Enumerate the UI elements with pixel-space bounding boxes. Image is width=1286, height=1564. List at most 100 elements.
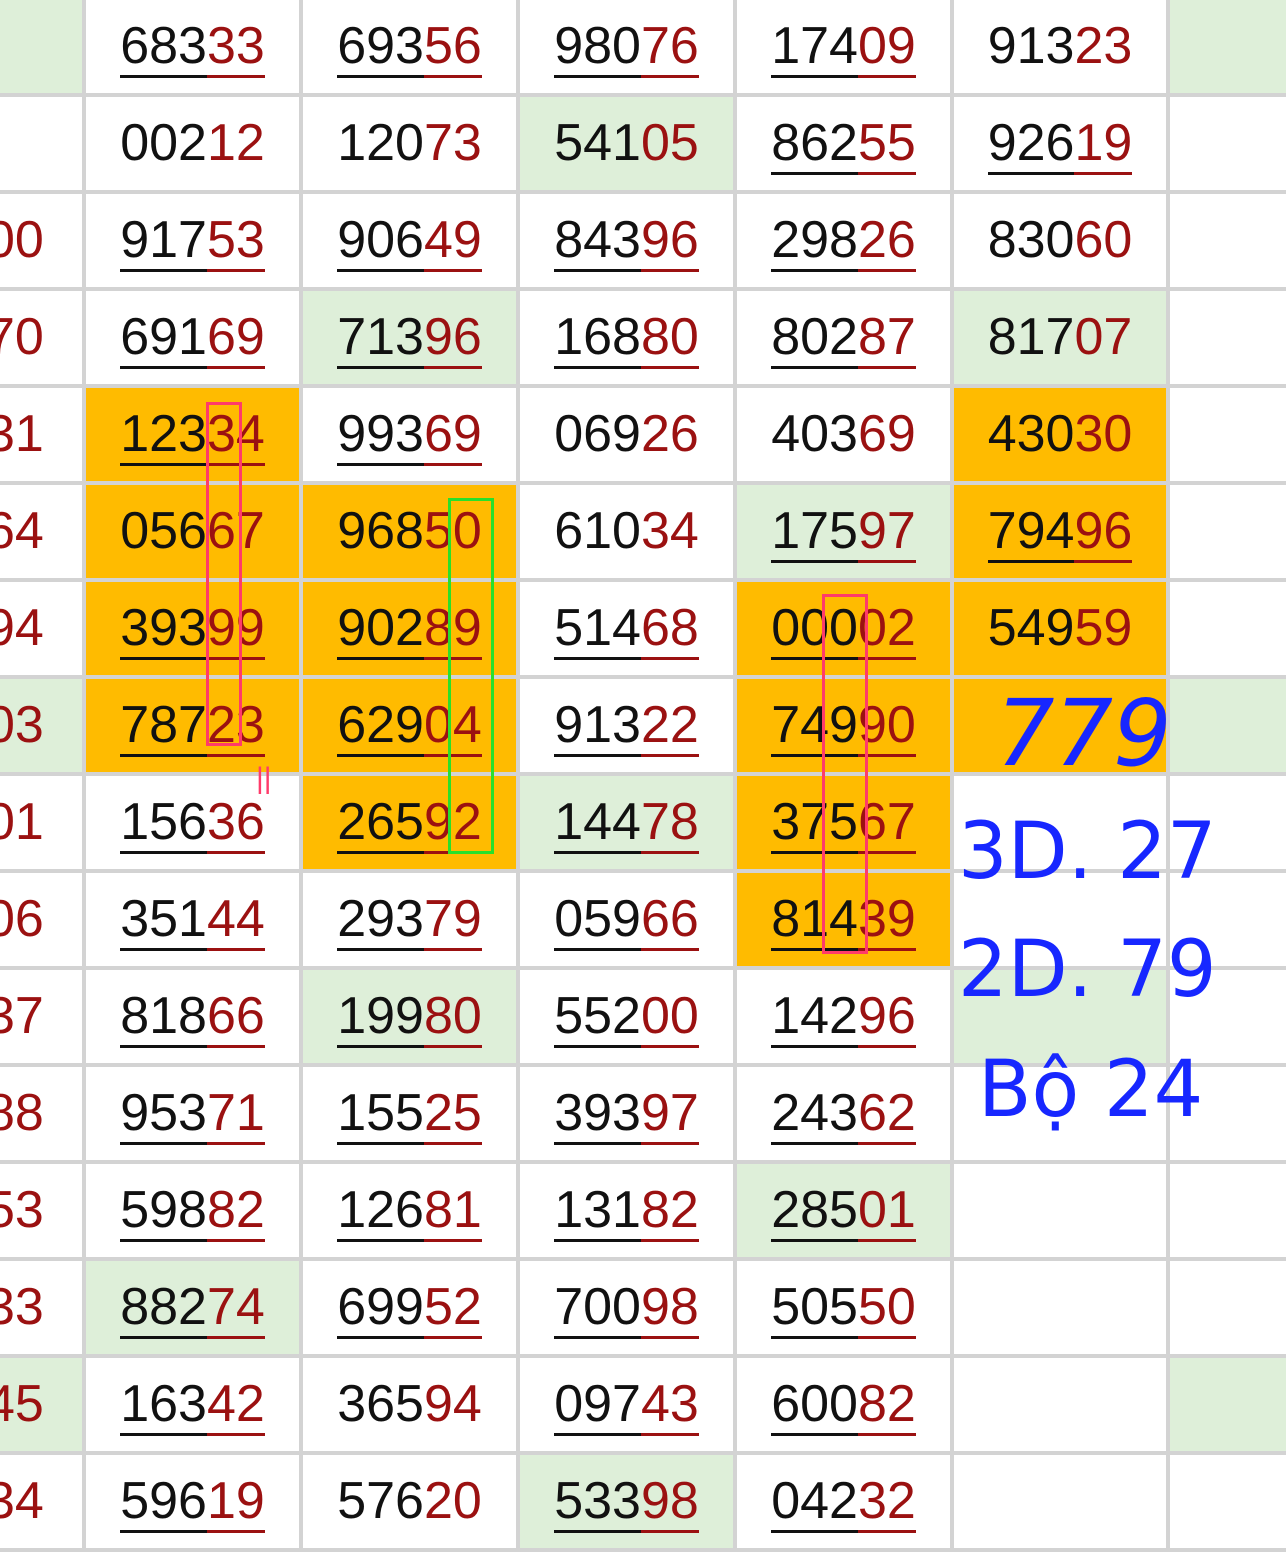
- number-tail-digits: 37: [0, 987, 44, 1045]
- result-number: 83060: [954, 208, 1166, 272]
- number-head-digits: 069: [554, 405, 641, 463]
- result-cell: 69356: [303, 0, 520, 97]
- result-cell: 88274: [86, 1261, 303, 1358]
- number-tail-digits: 20: [423, 1472, 482, 1530]
- highlight-box-col4: [822, 594, 868, 954]
- number-tail-digits: 94: [0, 599, 44, 657]
- result-number: 64: [0, 499, 82, 563]
- edge-cell: 94: [0, 582, 86, 679]
- result-number: 95371: [86, 1081, 299, 1145]
- result-cell: 57620: [303, 1455, 520, 1552]
- result-number: 29826: [737, 208, 950, 272]
- result-number: 06926: [520, 402, 733, 466]
- number-tail-digits: 07: [1074, 308, 1133, 366]
- result-cell: 69169: [86, 291, 303, 388]
- number-head-digits: 285: [771, 1181, 858, 1242]
- result-cell: 43030: [954, 388, 1170, 485]
- result-cell: 59882: [86, 1164, 303, 1261]
- result-cell: 91323: [954, 0, 1170, 97]
- result-number: 59882: [86, 1178, 299, 1242]
- result-number: 81866: [86, 984, 299, 1048]
- result-cell: 29826: [737, 194, 954, 291]
- tail-cell: [1170, 194, 1286, 291]
- result-cell: 86255: [737, 97, 954, 194]
- number-tail-digits: 01: [857, 1181, 916, 1242]
- number-tail-digits: 96: [640, 211, 699, 272]
- tail-cell: [1170, 1261, 1286, 1358]
- number-tail-digits: 33: [0, 1278, 44, 1336]
- result-number: 70: [0, 305, 82, 369]
- number-tail-digits: 09: [857, 17, 916, 78]
- result-cell: 98076: [520, 0, 737, 97]
- result-cell: 54105: [520, 97, 737, 194]
- result-number: 40369: [737, 402, 950, 466]
- edge-cell: 03: [0, 679, 86, 776]
- result-cell: 17597: [737, 485, 954, 582]
- number-tail-digits: 42: [206, 1375, 265, 1436]
- tail-cell: [1170, 1358, 1286, 1455]
- result-number: 53: [0, 1178, 82, 1242]
- result-cell: [954, 1358, 1170, 1455]
- number-head-digits: 175: [771, 502, 858, 563]
- number-tail-digits: 59: [1074, 599, 1133, 657]
- result-number: 45: [0, 1372, 82, 1436]
- number-tail-digits: 56: [423, 17, 482, 78]
- number-head-digits: 056: [120, 502, 207, 560]
- number-head-digits: 862: [771, 114, 858, 175]
- number-tail-digits: 49: [423, 211, 482, 272]
- number-tail-digits: 19: [206, 1472, 265, 1533]
- result-number: 36594: [303, 1372, 516, 1436]
- result-number: 88: [0, 1081, 82, 1145]
- result-number: 69952: [303, 1275, 516, 1339]
- result-number: 15525: [303, 1081, 516, 1145]
- number-head-digits: 131: [554, 1181, 641, 1242]
- number-head-digits: 968: [337, 502, 424, 560]
- edge-cell: 31: [0, 388, 86, 485]
- number-head-digits: 514: [554, 599, 641, 660]
- result-cell: 09743: [520, 1358, 737, 1455]
- result-number: 88274: [86, 1275, 299, 1339]
- edge-cell: 01: [0, 776, 86, 873]
- edge-cell: 37: [0, 970, 86, 1067]
- number-tail-digits: 69: [423, 405, 482, 466]
- tail-cell: [1170, 582, 1286, 679]
- result-cell: 51468: [520, 582, 737, 679]
- number-head-digits: 830: [987, 211, 1075, 269]
- result-number: 17409: [737, 14, 950, 78]
- number-tail-digits: 43: [640, 1375, 699, 1436]
- number-head-digits: 265: [337, 793, 424, 854]
- number-head-digits: 610: [554, 502, 641, 560]
- result-cell: 13182: [520, 1164, 737, 1261]
- number-tail-digits: 53: [206, 211, 265, 272]
- number-tail-digits: 64: [0, 502, 44, 560]
- number-head-digits: 199: [337, 987, 424, 1048]
- number-head-digits: 913: [554, 696, 641, 757]
- number-tail-digits: 34: [0, 1472, 44, 1530]
- result-number: 33: [0, 1275, 82, 1339]
- result-number: 00: [0, 208, 82, 272]
- number-tail-digits: 80: [423, 987, 482, 1048]
- result-number: 53398: [520, 1469, 733, 1533]
- result-cell: 81866: [86, 970, 303, 1067]
- result-number: 35144: [86, 887, 299, 951]
- number-tail-digits: 79: [423, 890, 482, 951]
- result-cell: 60082: [737, 1358, 954, 1455]
- number-tail-digits: 22: [640, 696, 699, 757]
- number-head-digits: 168: [554, 308, 641, 369]
- number-head-digits: 430: [987, 405, 1075, 463]
- number-head-digits: 541: [554, 114, 641, 172]
- tail-cell: [1170, 97, 1286, 194]
- number-head-digits: 155: [337, 1084, 424, 1145]
- result-cell: 00212: [86, 97, 303, 194]
- number-head-digits: 700: [554, 1278, 641, 1339]
- number-head-digits: 683: [120, 17, 207, 78]
- number-tail-digits: 55: [857, 114, 916, 175]
- note-main-number: 779: [996, 680, 1172, 787]
- number-tail-digits: 25: [423, 1084, 482, 1145]
- number-head-digits: 002: [120, 114, 207, 172]
- number-tail-digits: 00: [0, 211, 44, 269]
- number-head-digits: 126: [337, 1181, 424, 1242]
- result-number: 04232: [737, 1469, 950, 1533]
- number-tail-digits: 19: [1074, 114, 1133, 175]
- number-tail-digits: 00: [640, 987, 699, 1048]
